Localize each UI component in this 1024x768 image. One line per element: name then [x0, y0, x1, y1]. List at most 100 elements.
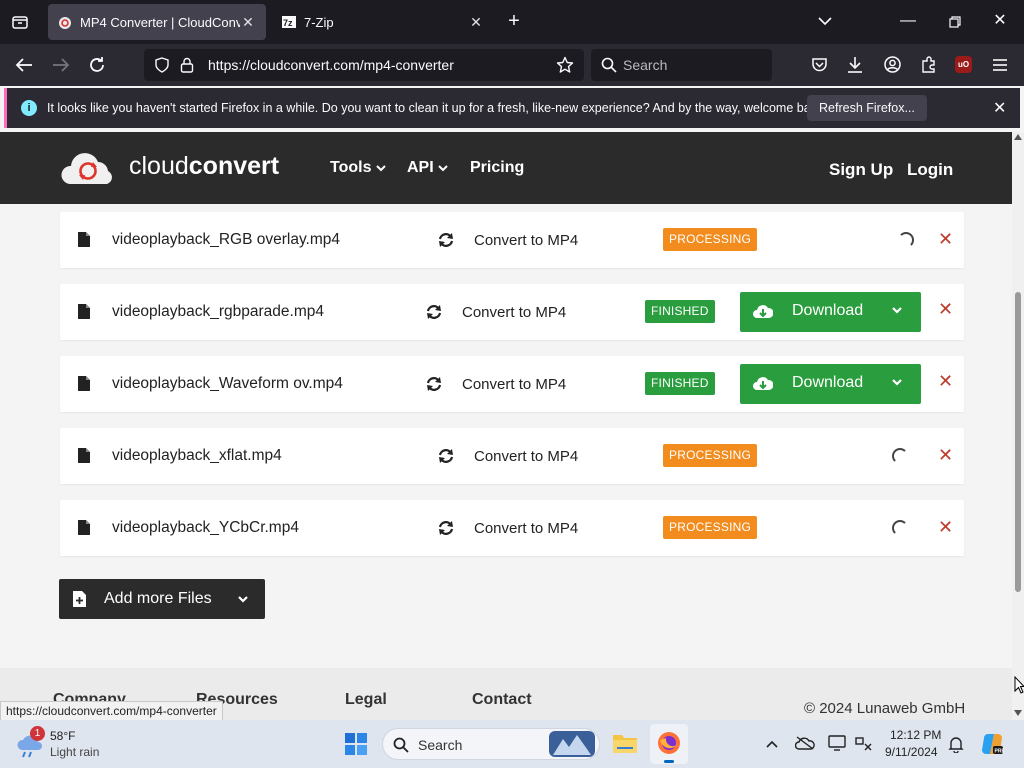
file-name: videoplayback_Waveform ov.mp4 — [112, 375, 343, 392]
close-icon[interactable]: ✕ — [240, 14, 256, 31]
chevron-down-icon[interactable] — [891, 304, 903, 318]
network-icon[interactable] — [854, 735, 872, 751]
nav-tools[interactable]: Tools — [330, 159, 386, 177]
lock-icon[interactable] — [180, 57, 194, 73]
notification-bell-icon[interactable] — [948, 735, 964, 753]
footer-legal[interactable]: Legal — [345, 691, 387, 709]
tab-mp4-converter[interactable]: MP4 Converter | CloudConvert ✕ — [48, 4, 266, 40]
svg-text:PRE: PRE — [995, 749, 1005, 755]
menu-icon[interactable] — [992, 58, 1008, 72]
mouse-cursor-icon — [1014, 676, 1024, 694]
download-label: Download — [792, 302, 864, 319]
firefox-taskbar-button[interactable] — [650, 724, 688, 764]
ublock-origin-icon[interactable]: uO — [955, 56, 972, 73]
tab-7zip[interactable]: 7z 7-Zip ✕ — [272, 4, 494, 40]
7zip-favicon: 7z — [282, 16, 296, 28]
status-badge: PROCESSING — [663, 444, 758, 467]
pocket-icon[interactable] — [811, 57, 828, 73]
loading-spinner-icon — [892, 520, 908, 536]
cloudconvert-favicon — [59, 17, 71, 29]
refresh-firefox-button[interactable]: Refresh Firefox... — [807, 95, 927, 121]
url-text[interactable]: https://cloudconvert.com/mp4-converter — [208, 57, 454, 73]
chevron-down-icon[interactable] — [818, 16, 832, 26]
sync-icon[interactable] — [437, 231, 455, 249]
cloudconvert-logo-icon[interactable] — [60, 150, 116, 186]
search-placeholder: Search — [623, 57, 668, 73]
taskbar-search[interactable]: Search — [382, 728, 600, 760]
scrollbar-thumb[interactable] — [1015, 292, 1021, 592]
windows-start-icon[interactable] — [345, 733, 367, 755]
download-icon[interactable] — [847, 56, 863, 74]
nav-api[interactable]: API — [407, 159, 448, 177]
remove-file-icon[interactable]: ✕ — [938, 371, 953, 392]
new-tab-icon[interactable]: + — [504, 11, 524, 31]
sync-icon[interactable] — [425, 303, 443, 321]
remove-file-icon[interactable]: ✕ — [938, 229, 953, 250]
reload-icon[interactable] — [88, 56, 106, 74]
footer-contact[interactable]: Contact — [472, 691, 532, 709]
tab-title: 7-Zip — [304, 14, 334, 30]
close-icon[interactable]: ✕ — [468, 14, 484, 31]
file-explorer-icon[interactable] — [612, 732, 638, 754]
file-name: videoplayback_RGB overlay.mp4 — [112, 231, 341, 248]
forward-arrow-icon[interactable] — [52, 57, 70, 73]
download-button[interactable]: Download — [740, 364, 921, 404]
nav-api-label: API — [407, 159, 434, 176]
address-bar[interactable]: https://cloudconvert.com/mp4-converter — [144, 49, 584, 81]
back-arrow-icon[interactable] — [15, 57, 33, 73]
sync-icon[interactable] — [437, 519, 455, 537]
add-more-files-button[interactable]: Add more Files — [59, 579, 265, 619]
bookmark-star-icon[interactable] — [556, 56, 574, 74]
convert-target[interactable]: Convert to MP4 — [474, 520, 578, 537]
convert-target[interactable]: Convert to MP4 — [474, 232, 578, 249]
tab-list-icon[interactable] — [12, 14, 28, 30]
scroll-up-icon[interactable] — [1014, 134, 1022, 140]
minimize-icon[interactable]: — — [898, 11, 918, 31]
restore-icon[interactable] — [949, 16, 961, 28]
display-icon[interactable] — [828, 735, 846, 751]
file-icon — [78, 376, 90, 391]
web-page: cloudconvert Tools API Pricing Sign Up L… — [0, 132, 1012, 720]
sign-up-link[interactable]: Sign Up — [829, 160, 893, 180]
shield-icon[interactable] — [154, 57, 170, 73]
account-icon[interactable] — [884, 56, 901, 73]
chevron-down-icon[interactable] — [237, 594, 249, 604]
taskbar-search-label: Search — [418, 737, 463, 753]
file-row: videoplayback_Waveform ov.mp4 Convert to… — [60, 356, 964, 412]
copilot-icon[interactable]: PRE — [980, 732, 1004, 756]
windows-taskbar: 1 58°F Light rain Search 12:12 PM 9/11/2… — [0, 720, 1024, 768]
search-input[interactable]: Search — [591, 49, 772, 81]
search-highlight-icon — [549, 731, 595, 757]
convert-target[interactable]: Convert to MP4 — [462, 376, 566, 393]
scroll-down-icon[interactable] — [1014, 710, 1022, 716]
browser-tab-strip: MP4 Converter | CloudConvert ✕ 7z 7-Zip … — [0, 0, 1024, 44]
clock-date[interactable]: 9/11/2024 — [885, 745, 938, 759]
file-row: videoplayback_rgbparade.mp4 Convert to M… — [60, 284, 964, 340]
close-icon[interactable]: ✕ — [993, 98, 1006, 118]
convert-target[interactable]: Convert to MP4 — [474, 448, 578, 465]
file-icon — [78, 304, 90, 319]
window-close-icon[interactable]: ✕ — [990, 11, 1010, 31]
remove-file-icon[interactable]: ✕ — [938, 517, 953, 538]
extensions-icon[interactable] — [921, 56, 937, 73]
nav-pricing[interactable]: Pricing — [470, 159, 524, 177]
loading-spinner-icon — [898, 232, 914, 248]
file-row: videoplayback_RGB overlay.mp4 Convert to… — [60, 212, 964, 268]
login-link[interactable]: Login — [907, 160, 953, 180]
link-status-tooltip: https://cloudconvert.com/mp4-converter — [0, 701, 223, 721]
onedrive-offline-icon[interactable] — [795, 736, 815, 750]
download-button[interactable]: Download — [740, 292, 921, 332]
file-icon — [78, 448, 90, 463]
chevron-down-icon[interactable] — [891, 376, 903, 390]
page-scrollbar[interactable] — [1012, 132, 1024, 720]
sync-icon[interactable] — [437, 447, 455, 465]
search-icon — [601, 57, 617, 73]
sync-icon[interactable] — [425, 375, 443, 393]
remove-file-icon[interactable]: ✕ — [938, 299, 953, 320]
convert-target[interactable]: Convert to MP4 — [462, 304, 566, 321]
remove-file-icon[interactable]: ✕ — [938, 445, 953, 466]
logo-light: cloud — [129, 152, 189, 180]
chevron-up-icon[interactable] — [766, 740, 778, 748]
clock-time[interactable]: 12:12 PM — [890, 728, 941, 742]
site-logo[interactable]: cloudconvert — [129, 152, 279, 181]
